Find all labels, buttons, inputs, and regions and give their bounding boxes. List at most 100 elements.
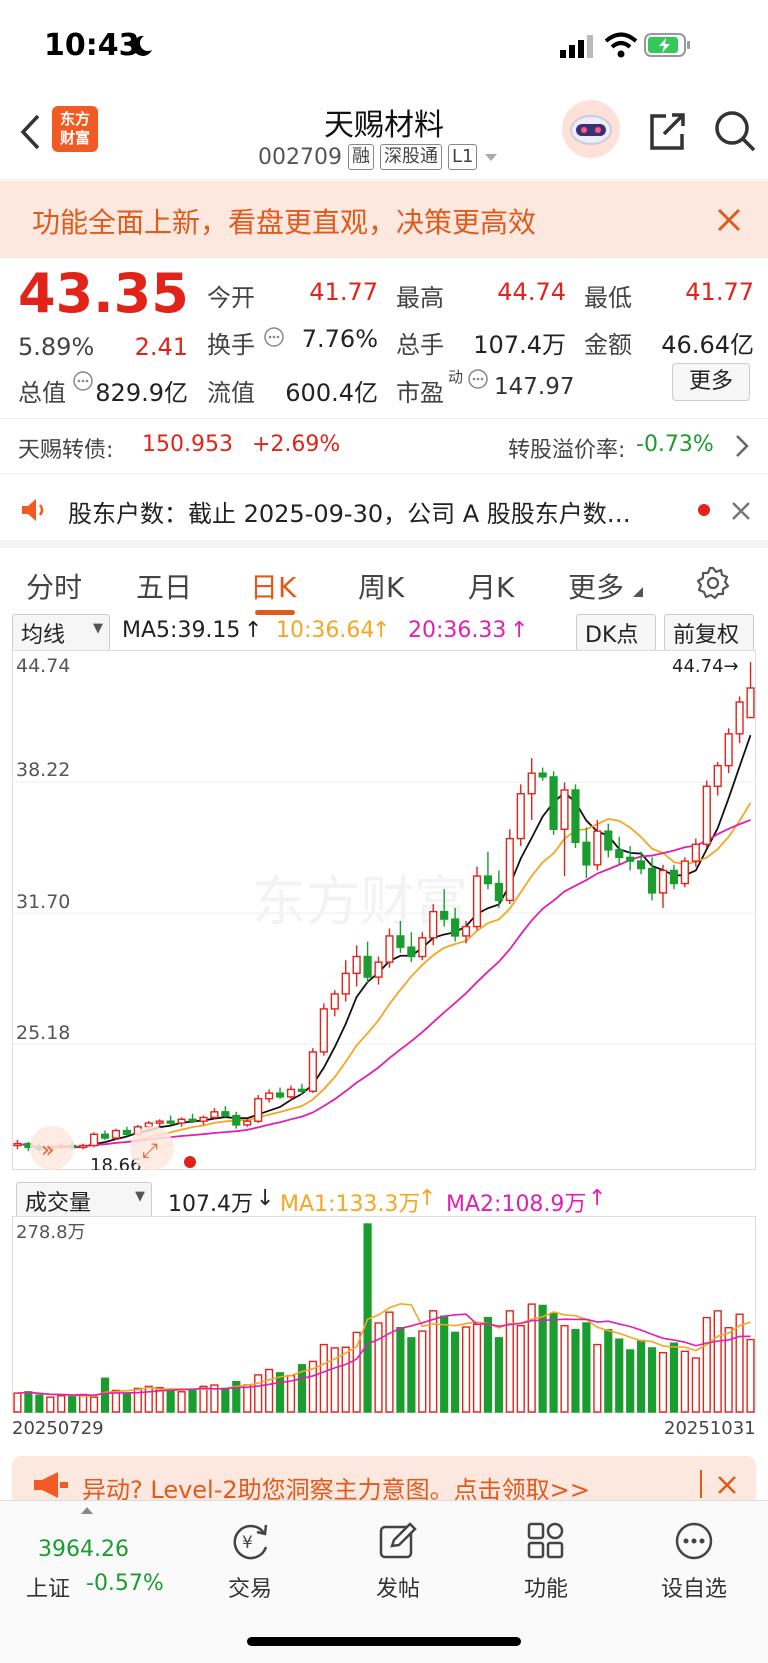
close-icon[interactable] <box>716 207 742 233</box>
candle-body <box>308 1051 317 1092</box>
volume-bar <box>24 1391 33 1413</box>
candle-body <box>319 1008 328 1053</box>
gear-icon[interactable] <box>696 566 730 600</box>
volume-bar <box>516 1324 525 1413</box>
notice-text: 股东户数：截止 2025-09-30，公司 A 股股东户数… <box>68 500 631 528</box>
caret-up-icon <box>81 1507 93 1514</box>
volume-bar <box>680 1350 689 1413</box>
tab-trade[interactable]: 交易 <box>200 1571 300 1603</box>
index-name[interactable]: 上证 <box>26 1571 70 1603</box>
volume-bar <box>549 1312 558 1413</box>
close-icon[interactable] <box>716 1474 738 1496</box>
divider <box>700 1470 702 1498</box>
volume-bar <box>374 1322 383 1413</box>
bond-price: 150.953 <box>142 432 233 457</box>
tag-margin: 融 <box>347 144 374 170</box>
candle-body <box>352 955 361 975</box>
candle-body <box>122 1129 131 1135</box>
banner-text: 功能全面上新，看盘更直观，决策更高效 <box>32 206 537 239</box>
volume-bar <box>46 1396 55 1413</box>
volume-bar <box>451 1331 460 1413</box>
signal-icon <box>560 35 593 58</box>
dropdown-icon[interactable] <box>483 151 499 163</box>
volume-bar <box>319 1343 328 1413</box>
arrow-up-icon: ↑ <box>588 1186 607 1211</box>
dk-point-button[interactable]: DK点 <box>576 614 656 652</box>
volume-bar <box>68 1395 77 1413</box>
close-icon[interactable] <box>730 500 752 522</box>
megaphone-icon <box>34 1472 68 1498</box>
volume-bar <box>275 1372 285 1413</box>
float-value: 600.4亿 <box>285 379 378 407</box>
candle-body <box>461 925 471 937</box>
adjust-button[interactable]: 前复权 <box>664 614 754 652</box>
fullscreen-icon: ⤢ <box>142 1138 158 1162</box>
candle-body <box>516 793 525 840</box>
volume-bar <box>13 1392 22 1413</box>
tab-monthly-k[interactable]: 月K <box>468 566 514 606</box>
candle-body <box>593 830 602 866</box>
assistant-avatar[interactable] <box>562 100 620 158</box>
volume-bar <box>713 1310 722 1413</box>
candle-body <box>604 830 613 851</box>
change-pct: 5.89% <box>18 333 95 361</box>
unread-dot <box>698 504 710 516</box>
date-end: 20251031 <box>664 1418 756 1439</box>
ma5-value: MA5:39.15 <box>122 618 241 643</box>
vol-ma2: MA2:108.9万 <box>446 1192 587 1217</box>
volume-select[interactable]: 成交量 ▼ <box>16 1182 152 1220</box>
feature-banner[interactable]: 功能全面上新，看盘更直观，决策更高效 <box>0 181 768 258</box>
notice-row[interactable]: 股东户数：截止 2025-09-30，公司 A 股股东户数… <box>0 480 768 540</box>
high-value: 44.74 <box>497 278 566 306</box>
volume-bar <box>407 1337 416 1413</box>
tab-post[interactable]: 发帖 <box>348 1571 448 1603</box>
volume-bar <box>122 1392 131 1413</box>
candle-body <box>341 972 350 995</box>
status-bar: 10:43 <box>0 0 768 90</box>
candle-body <box>396 935 405 948</box>
pe-label: 市盈 <box>396 379 444 407</box>
tab-daily-k[interactable]: 日K <box>250 566 296 606</box>
volume-bar <box>494 1337 503 1413</box>
volume-bar <box>735 1313 744 1413</box>
tab-functions[interactable]: 功能 <box>496 1571 596 1603</box>
candle-body <box>374 961 383 978</box>
turnover-value: 7.76% <box>301 325 378 353</box>
select-label: 均线 <box>21 623 66 648</box>
tab-custom[interactable]: 设自选 <box>644 1571 744 1603</box>
y-axis-label: 25.18 <box>16 1022 70 1044</box>
volume-bar <box>89 1396 99 1413</box>
search-icon[interactable] <box>712 108 758 154</box>
volume-bar <box>221 1387 230 1413</box>
adjust-label: 前复权 <box>673 623 740 648</box>
volume-chart[interactable]: 278.8万 20250729 20251031 <box>12 1216 756 1441</box>
volume-bar <box>571 1329 580 1413</box>
low-value: 41.77 <box>685 278 754 306</box>
volume-bar <box>254 1374 263 1413</box>
arrow-down-icon: ↓ <box>256 1186 275 1211</box>
bond-label: 天赐转债: <box>18 438 114 463</box>
candlestick-chart[interactable]: 东方财富 44.74 38.22 31.70 25.18 44.74→ 18.6… <box>12 650 756 1170</box>
tab-five-day[interactable]: 五日 <box>136 566 192 606</box>
volume-bar <box>188 1389 197 1413</box>
event-dot[interactable] <box>184 1156 196 1168</box>
volume-bar <box>669 1342 679 1413</box>
dk-label: DK点 <box>585 623 639 648</box>
index-change[interactable]: -0.57% <box>86 1571 164 1596</box>
convertible-row[interactable]: 天赐转债: 150.953 +2.69% 转股溢价率: -0.73% <box>0 418 768 474</box>
indicator-select[interactable]: 均线 ▼ <box>12 614 110 652</box>
candle-body <box>538 772 547 778</box>
share-icon[interactable] <box>646 110 688 152</box>
tab-intraday[interactable]: 分时 <box>26 566 82 606</box>
volume-value: 107.4万 <box>473 331 566 359</box>
info-icon[interactable] <box>467 368 489 390</box>
y-axis-label: 31.70 <box>16 891 70 913</box>
candle-body <box>89 1133 99 1147</box>
index-value[interactable]: 3964.26 <box>38 1537 129 1562</box>
volume-bar <box>593 1343 602 1413</box>
open-label: 今开 <box>207 284 255 312</box>
more-button[interactable]: 更多 <box>672 363 750 401</box>
candle-body <box>199 1116 208 1122</box>
tab-weekly-k[interactable]: 周K <box>358 566 404 606</box>
tab-more[interactable]: 更多 <box>568 566 624 606</box>
